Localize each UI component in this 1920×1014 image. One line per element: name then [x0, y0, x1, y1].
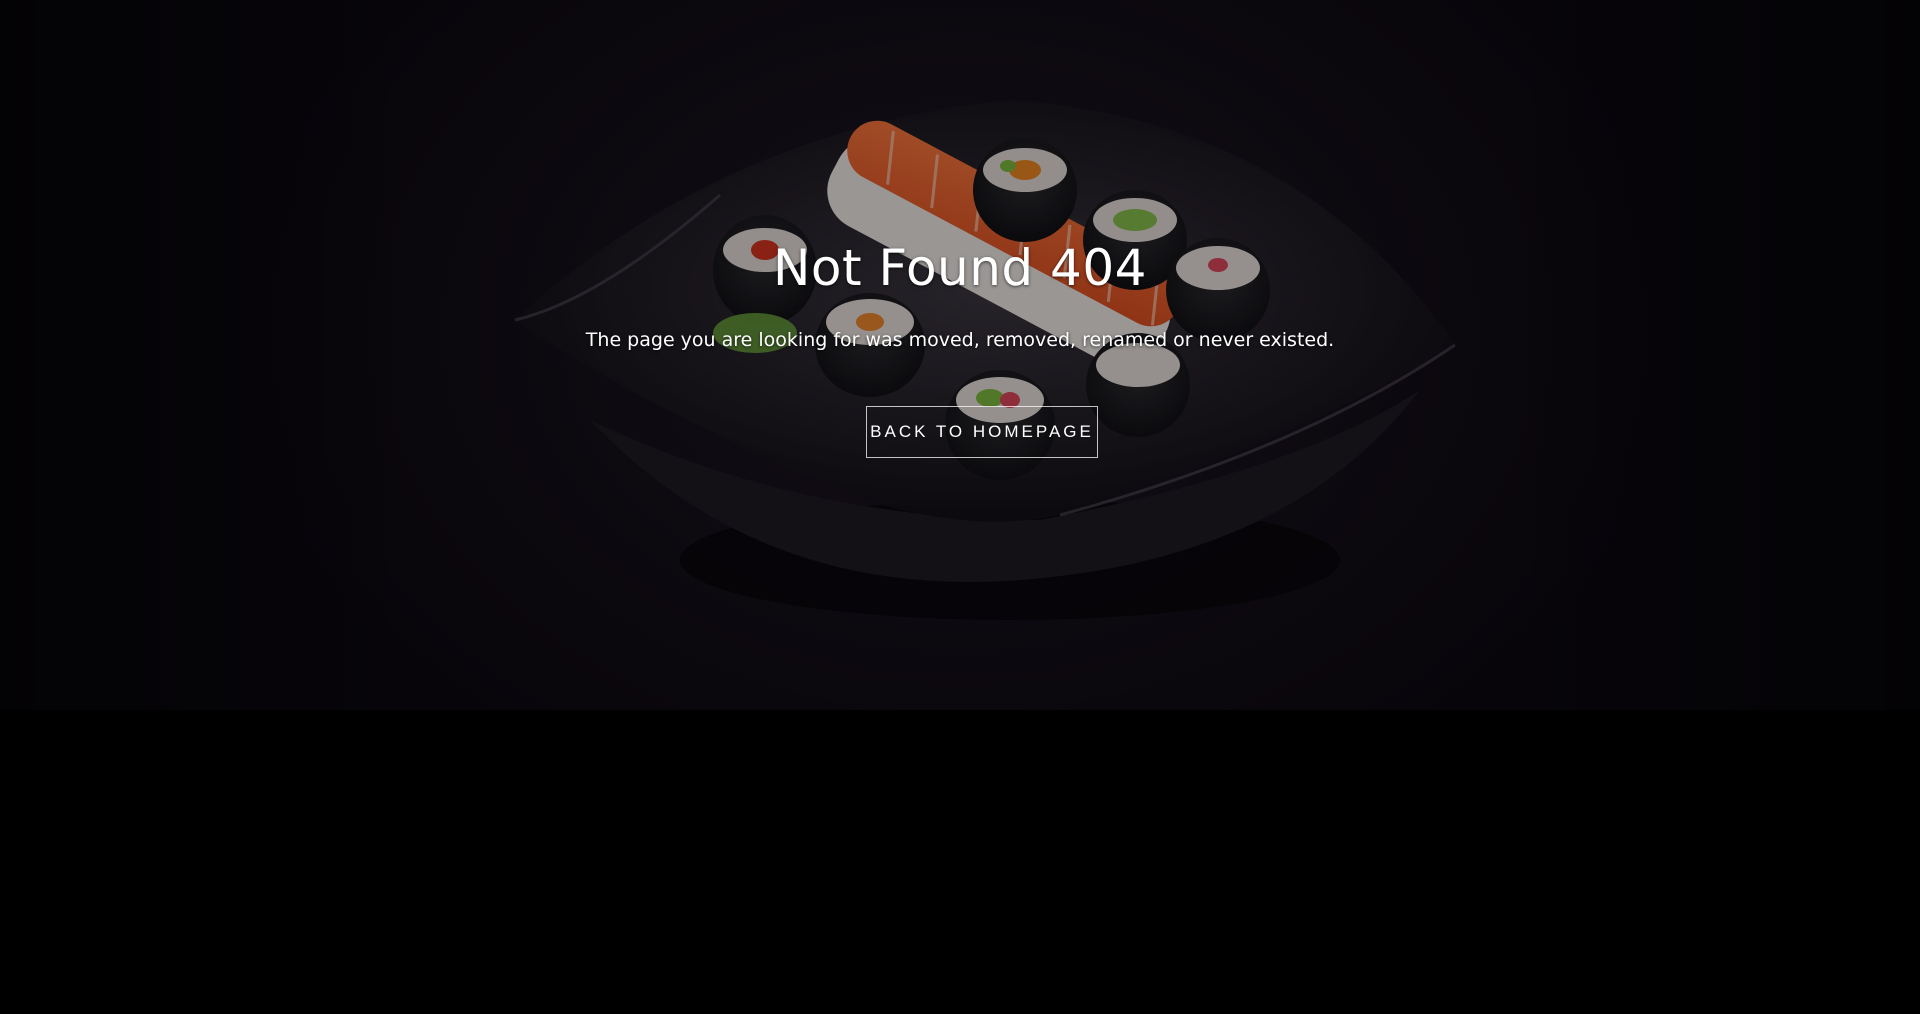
- hero-section: Not Found 404 The page you are looking f…: [0, 0, 1920, 710]
- back-to-homepage-button[interactable]: BACK TO HOMEPAGE: [866, 406, 1098, 458]
- not-found-content: Not Found 404 The page you are looking f…: [0, 0, 1920, 710]
- page-footer-area: [0, 710, 1920, 1014]
- error-message: The page you are looking for was moved, …: [585, 329, 1335, 351]
- page-title: Not Found 404: [772, 239, 1147, 297]
